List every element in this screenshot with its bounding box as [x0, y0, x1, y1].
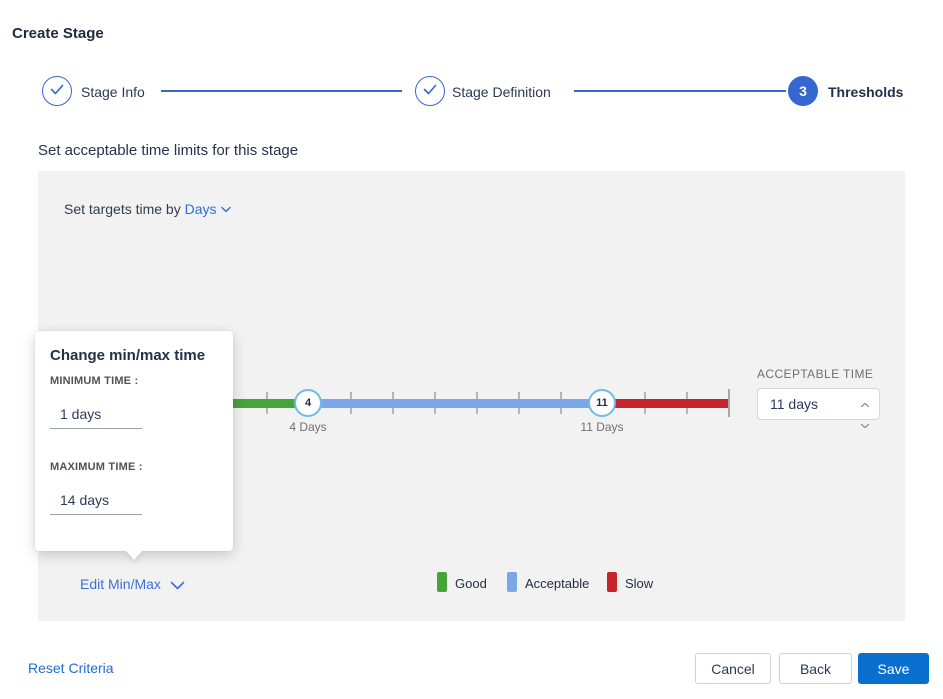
legend-label-good: Good: [455, 576, 487, 591]
popover-title: Change min/max time: [50, 347, 206, 364]
time-slider-track[interactable]: [182, 399, 728, 408]
step-2-complete-circle[interactable]: [415, 76, 445, 106]
slider-handle-max-label: 11 Days: [580, 420, 624, 434]
slider-handle-min[interactable]: 4: [294, 389, 322, 417]
save-button[interactable]: Save: [858, 653, 929, 684]
page-title: Create Stage: [12, 25, 104, 42]
minmax-popover: Change min/max time MINIMUM TIME : MAXIM…: [35, 331, 233, 551]
step-1-complete-circle[interactable]: [42, 76, 72, 106]
acceptable-time-input[interactable]: [770, 390, 850, 418]
slider-segment-slow: [602, 399, 728, 408]
maximum-time-label: MAXIMUM TIME :: [50, 461, 143, 473]
chevron-up-icon[interactable]: [860, 395, 870, 413]
step-connector-2: [574, 90, 786, 92]
chevron-down-icon: [161, 576, 185, 592]
create-stage-page: Create Stage Stage Info Stage Definition…: [0, 0, 943, 699]
slider-handle-max-value: 11: [596, 397, 608, 409]
acceptable-time-box: [757, 388, 880, 429]
legend-swatch-1: [507, 572, 517, 592]
step-1-label[interactable]: Stage Info: [81, 84, 145, 100]
targets-unit-dropdown[interactable]: Days: [185, 201, 231, 217]
legend-label-acceptable: Acceptable: [525, 576, 590, 591]
step-3-active-circle[interactable]: 3: [788, 76, 818, 106]
minimum-time-input[interactable]: [50, 399, 142, 428]
step-2-label[interactable]: Stage Definition: [452, 84, 551, 100]
slider-handle-min-value: 4: [304, 397, 312, 409]
check-icon: [423, 82, 437, 100]
legend-label-slow: Slow: [625, 576, 654, 591]
back-button[interactable]: Back: [779, 653, 852, 684]
targets-unit-value: Days: [184, 201, 217, 217]
step-connector-1: [161, 90, 402, 92]
minimum-time-label: MINIMUM TIME :: [50, 375, 139, 387]
maximum-time-field: [50, 485, 142, 515]
cancel-button[interactable]: Cancel: [695, 653, 771, 684]
check-icon: [50, 82, 64, 100]
slider-handle-max[interactable]: 11: [588, 389, 616, 417]
slider-tick: [728, 389, 730, 417]
reset-criteria-link[interactable]: Reset Criteria: [28, 660, 114, 676]
set-targets-prefix: Set targets time by: [64, 201, 181, 217]
legend-swatch-2: [607, 572, 617, 592]
slider-segment-acceptable: [308, 399, 602, 408]
acceptable-time-label: ACCEPTABLE TIME: [757, 367, 874, 381]
maximum-time-input[interactable]: [50, 485, 142, 514]
set-targets-line: Set targets time by Days: [64, 201, 231, 217]
section-heading: Set acceptable time limits for this stag…: [38, 142, 299, 159]
acceptable-time-spinner: [860, 395, 870, 434]
chevron-down-icon[interactable]: [860, 416, 870, 434]
edit-minmax-link[interactable]: Edit Min/Max: [80, 576, 185, 592]
legend-swatch-0: [437, 572, 447, 592]
chevron-down-icon: [217, 201, 231, 217]
popover-arrow: [126, 551, 142, 560]
edit-minmax-label: Edit Min/Max: [80, 576, 161, 592]
minimum-time-field: [50, 399, 142, 429]
slider-handle-min-label: 4 Days: [289, 420, 327, 434]
step-3-number: 3: [799, 83, 807, 99]
step-3-label[interactable]: Thresholds: [828, 84, 903, 100]
